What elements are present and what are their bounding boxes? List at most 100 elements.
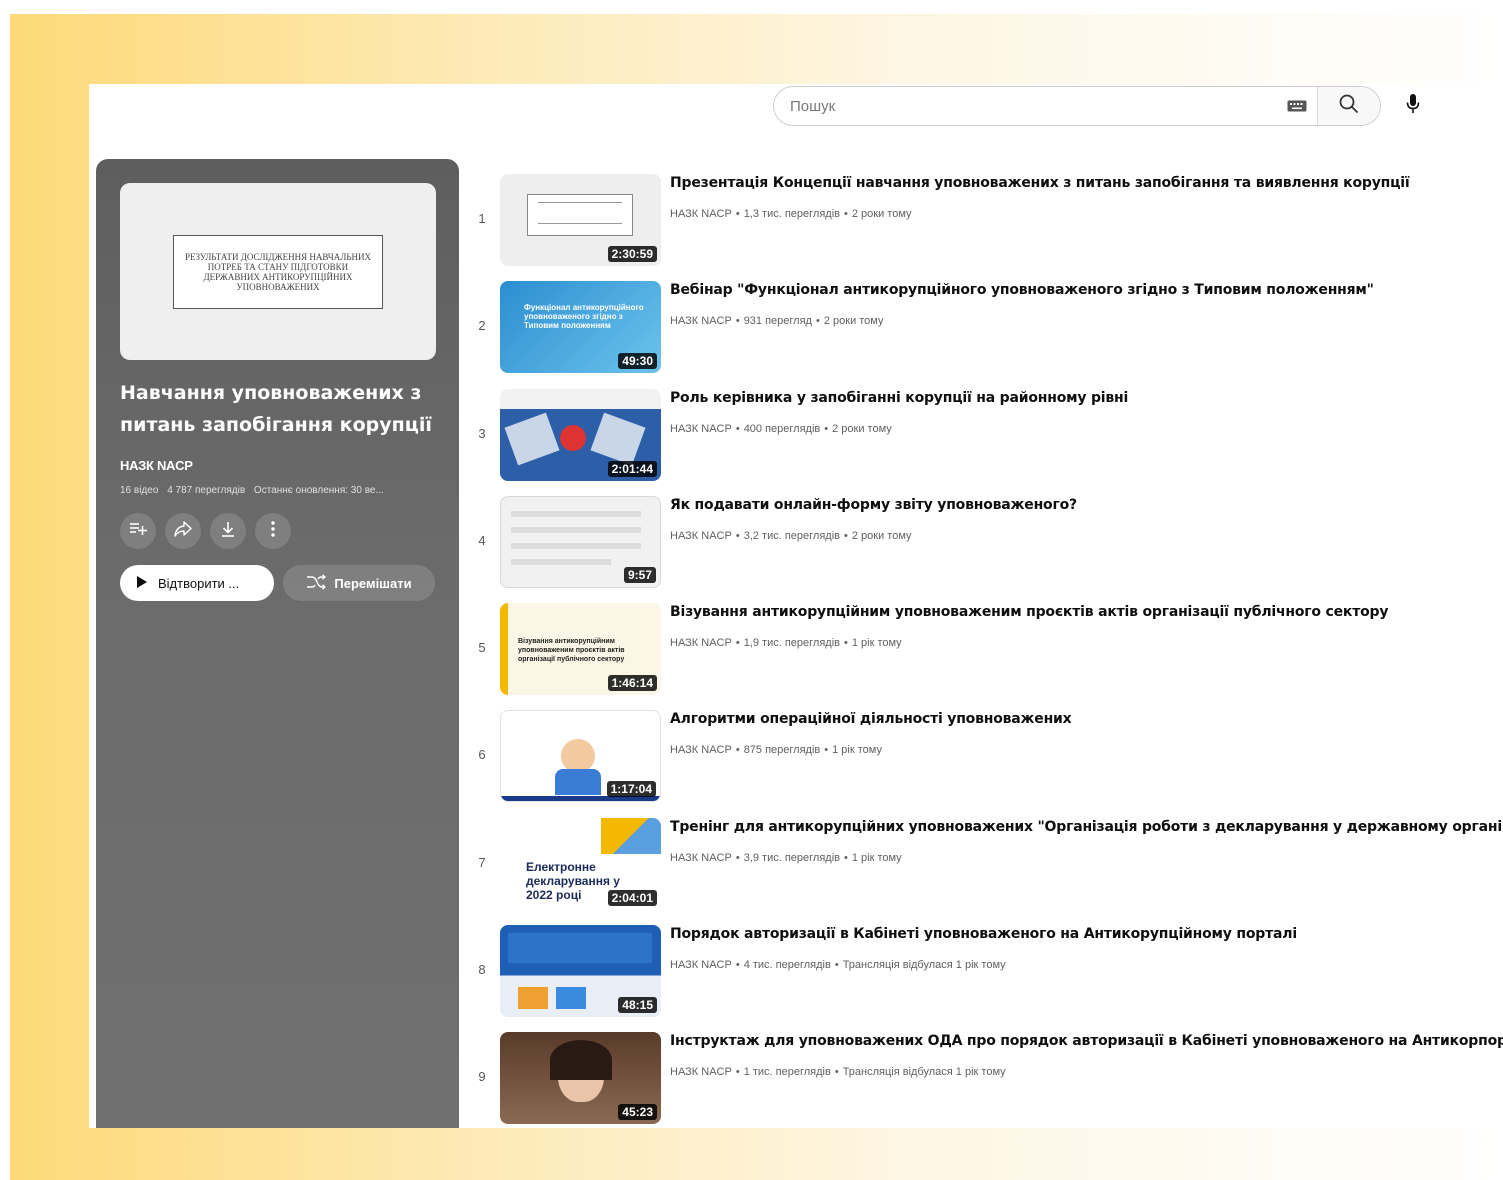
meta-separator: • bbox=[824, 744, 829, 757]
video-title[interactable]: Візування антикорупційним уповноваженим … bbox=[670, 604, 1503, 620]
video-age: 2 роки тому bbox=[823, 315, 884, 328]
add-to-queue-button[interactable] bbox=[120, 513, 156, 549]
video-age: 1 рік тому bbox=[832, 744, 882, 757]
playlist-title: Навчання уповноважених з питань запобіга… bbox=[120, 382, 432, 436]
video-title[interactable]: Як подавати онлайн-форму звіту уповноваж… bbox=[670, 497, 1503, 513]
video-channel[interactable]: НАЗК NACP bbox=[670, 744, 732, 756]
video-thumbnail[interactable]: Функціонал антикорупційного уповноважено… bbox=[500, 281, 661, 374]
video-item[interactable]: 9 45:23 Інструктаж для уповноважених ОДА… bbox=[467, 1032, 1503, 1128]
download-button[interactable] bbox=[210, 513, 246, 549]
video-age: 2 роки тому bbox=[851, 529, 912, 542]
playlist-header-panel: РЕЗУЛЬТАТИ ДОСЛІДЖЕННЯ НАВЧАЛЬНИХ ПОТРЕБ… bbox=[96, 159, 459, 1128]
video-channel[interactable]: НАЗК NACP bbox=[670, 208, 732, 220]
video-views: 3,2 тис. переглядів bbox=[743, 529, 840, 542]
video-age: 2 роки тому bbox=[832, 422, 892, 435]
play-all-button[interactable]: Відтворити ... bbox=[120, 565, 274, 601]
shuffle-label: Перемішати bbox=[334, 575, 412, 591]
video-meta: НАЗК NACP • 400 переглядів • 2 роки тому bbox=[670, 423, 892, 435]
video-index: 4 bbox=[478, 532, 486, 548]
meta-separator: • bbox=[735, 851, 740, 864]
keyboard-icon[interactable] bbox=[1277, 100, 1317, 112]
meta-separator: • bbox=[824, 422, 829, 435]
video-item[interactable]: 7 Електронне декларування у 2022 році 2:… bbox=[467, 817, 1503, 925]
meta-separator: • bbox=[735, 529, 740, 542]
search-icon bbox=[1338, 93, 1360, 120]
video-meta: НАЗК NACP • 1 тис. переглядів • Трансляція в… bbox=[670, 1066, 1006, 1078]
video-views: 1,9 тис. переглядів bbox=[743, 637, 840, 650]
meta-separator: • bbox=[844, 529, 848, 542]
video-item[interactable]: 1 2:30:59 Презентація Концепції навчання… bbox=[467, 174, 1503, 281]
video-channel[interactable]: НАЗК NACP bbox=[670, 852, 732, 864]
voice-search-button[interactable] bbox=[1395, 88, 1431, 124]
thumbnail-tile bbox=[518, 987, 548, 1010]
thumbnail-figure bbox=[590, 412, 646, 465]
video-views: 4 тис. переглядів bbox=[743, 959, 831, 972]
video-age: 1 рік тому bbox=[851, 851, 902, 864]
video-channel[interactable]: НАЗК NACP bbox=[670, 423, 732, 435]
share-icon bbox=[174, 520, 192, 542]
playlist-channel-link[interactable]: НАЗК NACP bbox=[120, 458, 193, 473]
video-views: 3,9 тис. переглядів bbox=[743, 851, 840, 864]
video-channel[interactable]: НАЗК NACP bbox=[670, 530, 732, 542]
playlist-updated: Останнє оновлення: 30 ве... bbox=[253, 485, 384, 496]
video-thumbnail[interactable]: Електронне декларування у 2022 році 2:04… bbox=[500, 817, 661, 910]
video-channel[interactable]: НАЗК NACP bbox=[670, 1066, 732, 1078]
meta-separator: • bbox=[834, 959, 839, 972]
video-thumbnail[interactable]: Візування антикорупційним уповноваженим … bbox=[500, 603, 661, 696]
share-button[interactable] bbox=[165, 513, 201, 549]
video-title[interactable]: Інструктаж для уповноважених ОДА про пор… bbox=[670, 1033, 1503, 1049]
video-title[interactable]: Вебінар "Функціонал антикорупційного упо… bbox=[670, 282, 1503, 298]
video-thumbnail[interactable]: 2:30:59 bbox=[500, 174, 661, 266]
video-index: 7 bbox=[478, 854, 486, 870]
add-to-queue-icon bbox=[129, 522, 147, 541]
video-item[interactable]: 6 1:17:04 Алгоритми операційної діяльнос… bbox=[467, 710, 1503, 817]
video-thumbnail[interactable]: 45:23 bbox=[500, 1032, 661, 1125]
video-meta: НАЗК NACP • 931 перегляд • 2 роки тому bbox=[670, 315, 883, 327]
video-thumbnail[interactable]: 2:01:44 bbox=[500, 388, 661, 481]
video-item[interactable]: 5 Візування антикорупційним уповноважени… bbox=[467, 603, 1503, 710]
meta-separator: • bbox=[735, 959, 740, 972]
thumbnail-figure bbox=[560, 424, 586, 451]
shuffle-button[interactable]: Перемішати bbox=[283, 565, 435, 601]
playlist-views: 4 787 переглядів bbox=[167, 485, 246, 496]
video-age: 1 рік тому bbox=[851, 637, 902, 650]
thumbnail-lines bbox=[538, 202, 622, 224]
youtube-screen: РЕЗУЛЬТАТИ ДОСЛІДЖЕННЯ НАВЧАЛЬНИХ ПОТРЕБ… bbox=[89, 84, 1503, 1128]
thumbnail-accent bbox=[601, 817, 661, 854]
thumbnail-line bbox=[511, 542, 641, 549]
playlist-stats: 16 відео 4 787 переглядів Останнє оновле… bbox=[120, 485, 440, 496]
video-duration: 2:04:01 bbox=[607, 889, 657, 906]
thumbnail-figure bbox=[561, 739, 595, 774]
video-index: 3 bbox=[478, 425, 486, 441]
thumbnail-banner bbox=[508, 933, 652, 964]
video-thumbnail[interactable]: 48:15 bbox=[500, 925, 661, 1018]
video-channel[interactable]: НАЗК NACP bbox=[670, 315, 732, 327]
video-thumbnail[interactable]: 9:57 bbox=[500, 495, 661, 588]
video-age: Трансляція відбулася 1 рік тому bbox=[842, 1066, 1006, 1079]
video-title[interactable]: Презентація Концепції навчання уповноваж… bbox=[670, 175, 1503, 191]
thumbnail-caption: Функціонал антикорупційного уповноважено… bbox=[524, 303, 644, 331]
video-item[interactable]: 3 2:01:44 Роль керівника у запобіганні к… bbox=[467, 388, 1503, 496]
video-channel[interactable]: НАЗК NACP bbox=[670, 637, 732, 649]
video-title[interactable]: Тренінг для антикорупційних уповноважени… bbox=[670, 819, 1503, 835]
video-title[interactable]: Роль керівника у запобіганні корупції на… bbox=[670, 390, 1503, 406]
video-title[interactable]: Порядок авторизації в Кабінеті уповноваж… bbox=[670, 926, 1503, 942]
meta-separator: • bbox=[844, 208, 848, 220]
video-item[interactable]: 8 48:15 Порядок авторизації в Кабінеті у… bbox=[467, 925, 1503, 1032]
video-duration: 1:17:04 bbox=[606, 781, 656, 798]
video-thumbnail[interactable]: 1:17:04 bbox=[500, 710, 661, 803]
video-duration: 45:23 bbox=[618, 1104, 657, 1121]
more-actions-button[interactable] bbox=[255, 513, 291, 549]
video-title[interactable]: Алгоритми операційної діяльності уповнов… bbox=[670, 711, 1503, 727]
video-item[interactable]: 4 9:57 Як подавати онлайн-форму звіту уп… bbox=[467, 495, 1503, 603]
search-input[interactable] bbox=[774, 87, 1277, 125]
play-all-label: Відтворити ... bbox=[158, 575, 240, 591]
video-duration: 2:01:44 bbox=[607, 460, 657, 477]
video-item[interactable]: 2 Функціонал антикорупційного уповноваже… bbox=[467, 281, 1503, 388]
search-button[interactable] bbox=[1317, 87, 1380, 125]
video-index: 5 bbox=[478, 640, 486, 656]
playlist-thumbnail[interactable]: РЕЗУЛЬТАТИ ДОСЛІДЖЕННЯ НАВЧАЛЬНИХ ПОТРЕБ… bbox=[120, 183, 436, 360]
thumbnail-line bbox=[511, 558, 611, 565]
video-channel[interactable]: НАЗК NACP bbox=[670, 959, 732, 971]
thumbnail-caption: Візування антикорупційним уповноваженим … bbox=[518, 638, 625, 664]
